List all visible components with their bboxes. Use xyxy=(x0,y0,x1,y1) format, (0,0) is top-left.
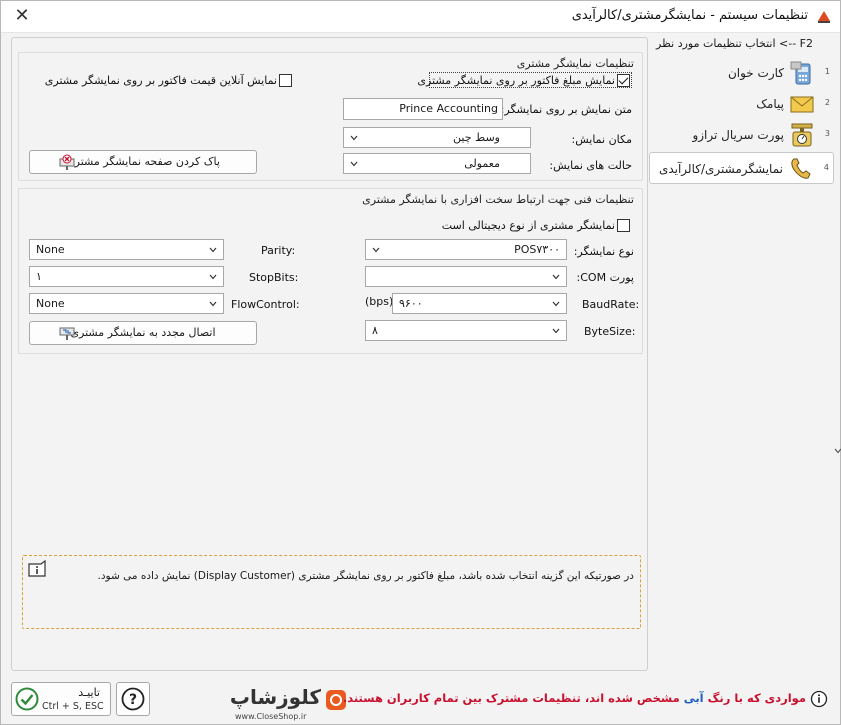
nav-item-sms[interactable]: 2 پیامک xyxy=(649,90,834,118)
chevron-down-icon xyxy=(350,161,358,167)
chevron-down-icon xyxy=(372,247,380,253)
confirm-label: تاییـد xyxy=(78,686,100,699)
stopbits-label: StopBits: xyxy=(249,271,299,284)
display-mode-label: حالت های نمایش: xyxy=(549,159,632,172)
group-title: تنظیمات فنی جهت ارتباط سخت افزاری با نما… xyxy=(362,193,634,206)
info-text: در صورتیکه این گزینه انتخاب شده باشد، مب… xyxy=(97,570,634,582)
check-circle-icon xyxy=(15,687,39,711)
card-reader-icon xyxy=(790,61,811,85)
bytesize-select[interactable]: ۸ xyxy=(365,320,567,341)
nav-item-label: کارت خوان xyxy=(727,66,784,80)
closeshop-logo: کلوزشاپ www.CloseShop.ir xyxy=(230,685,347,723)
confirm-shortcut: Ctrl + S, ESC xyxy=(42,701,104,712)
nav-item-label: نمایشگرمشتری/کالرآیدی xyxy=(658,162,783,176)
nav-item-customer-display[interactable]: 4 نمایشگرمشتری/کالرآیدی xyxy=(649,152,834,184)
app-logo-icon xyxy=(818,11,830,23)
show-invoice-amount-checkbox[interactable] xyxy=(617,74,630,87)
info-circle-icon xyxy=(810,690,828,708)
position-label: مکان نمایش: xyxy=(571,133,632,146)
com-port-label: پورت COM: xyxy=(576,271,634,284)
chevron-down-icon[interactable] xyxy=(834,447,841,455)
nav-item-label: پیامک xyxy=(756,97,784,111)
close-button[interactable]: ✕ xyxy=(9,5,35,29)
help-button[interactable]: ? xyxy=(116,682,150,716)
phone-icon xyxy=(791,158,811,179)
clear-display-button[interactable]: پاک کردن صفحه نمایشگر مشتری xyxy=(29,150,257,174)
chevron-down-icon xyxy=(552,274,560,280)
flowcontrol-label: FlowControl: xyxy=(231,298,300,311)
svg-text:?: ? xyxy=(129,692,137,708)
display-type-label: نوع نمایشگر: xyxy=(573,245,634,258)
baudrate-select[interactable]: ۹۶۰۰ xyxy=(392,293,567,314)
nav-header: F2 --> انتخاب تنظیمات مورد نظر xyxy=(656,37,813,50)
chevron-down-icon xyxy=(552,328,560,334)
nav-item-card-reader[interactable]: 1 کارت خوان xyxy=(649,59,834,87)
bytesize-label: ByteSize: xyxy=(584,325,636,338)
display-text-label: متن نمایش بر روی نمایشگر: xyxy=(500,103,632,116)
display-settings-group: تنظیمات نمایشگر مشتری نمایش مبلغ فاکتور … xyxy=(18,52,643,181)
display-text-input[interactable]: Prince Accounting xyxy=(343,98,503,120)
window-title: تنظیمات سیستم - نمایشگرمشتری/کالرآیدی xyxy=(571,8,808,23)
digital-display-label[interactable]: نمایشگر مشتری از نوع دیجیتالی است xyxy=(442,219,615,232)
display-mode-select[interactable]: معمولی xyxy=(343,153,531,174)
display-type-select[interactable]: POS۷۳۰۰ xyxy=(365,239,567,260)
display-clear-icon xyxy=(59,154,75,170)
show-invoice-amount-label[interactable]: نمایش مبلغ فاکتور بر روی نمایشگر مشتری xyxy=(417,74,615,87)
show-online-price-checkbox[interactable] xyxy=(279,74,292,87)
shared-settings-note: مواردی که با رنگ آبی مشخص شده اند، تنظیم… xyxy=(342,691,806,705)
close-icon: ✕ xyxy=(14,5,30,26)
info-box: در صورتیکه این گزینه انتخاب شده باشد، مب… xyxy=(22,555,641,629)
group-title: تنظیمات نمایشگر مشتری xyxy=(516,57,634,70)
main-panel: تنظیمات نمایشگر مشتری نمایش مبلغ فاکتور … xyxy=(11,37,648,671)
help-icon: ? xyxy=(121,687,145,711)
chevron-down-icon xyxy=(350,135,358,141)
parity-select[interactable]: None xyxy=(29,239,224,260)
chevron-down-icon xyxy=(209,274,217,280)
reconnect-display-button[interactable]: اتصال مجدد به نمایشگر مشتری xyxy=(29,321,257,345)
baudrate-unit: (bps) xyxy=(365,295,394,308)
title-bar: تنظیمات سیستم - نمایشگرمشتری/کالرآیدی ✕ xyxy=(1,1,840,33)
nav-item-label: پورت سریال ترازو xyxy=(692,128,784,142)
position-select[interactable]: وسط چین xyxy=(343,127,531,148)
envelope-icon xyxy=(790,96,814,113)
scale-icon xyxy=(791,123,813,147)
settings-window: تنظیمات سیستم - نمایشگرمشتری/کالرآیدی ✕ … xyxy=(0,0,841,725)
chevron-down-icon xyxy=(209,247,217,253)
show-online-price-label[interactable]: نمایش آنلاین قیمت فاکتور بر روی نمایشگر … xyxy=(45,74,277,87)
digital-display-checkbox[interactable] xyxy=(617,219,630,232)
info-icon xyxy=(28,560,46,577)
hardware-settings-group: تنظیمات فنی جهت ارتباط سخت افزاری با نما… xyxy=(18,188,643,354)
flowcontrol-select[interactable]: None xyxy=(29,293,224,314)
chevron-down-icon xyxy=(209,301,217,307)
stopbits-select[interactable]: ۱ xyxy=(29,266,224,287)
baudrate-label: BaudRate: xyxy=(582,298,640,311)
com-port-select[interactable] xyxy=(365,266,567,287)
nav-item-scale-port[interactable]: 3 پورت سریال ترازو xyxy=(649,121,834,149)
reconnect-icon xyxy=(59,327,75,340)
parity-label: Parity: xyxy=(261,244,296,257)
chevron-down-icon xyxy=(552,301,560,307)
confirm-button[interactable]: تاییـد Ctrl + S, ESC xyxy=(11,682,111,716)
